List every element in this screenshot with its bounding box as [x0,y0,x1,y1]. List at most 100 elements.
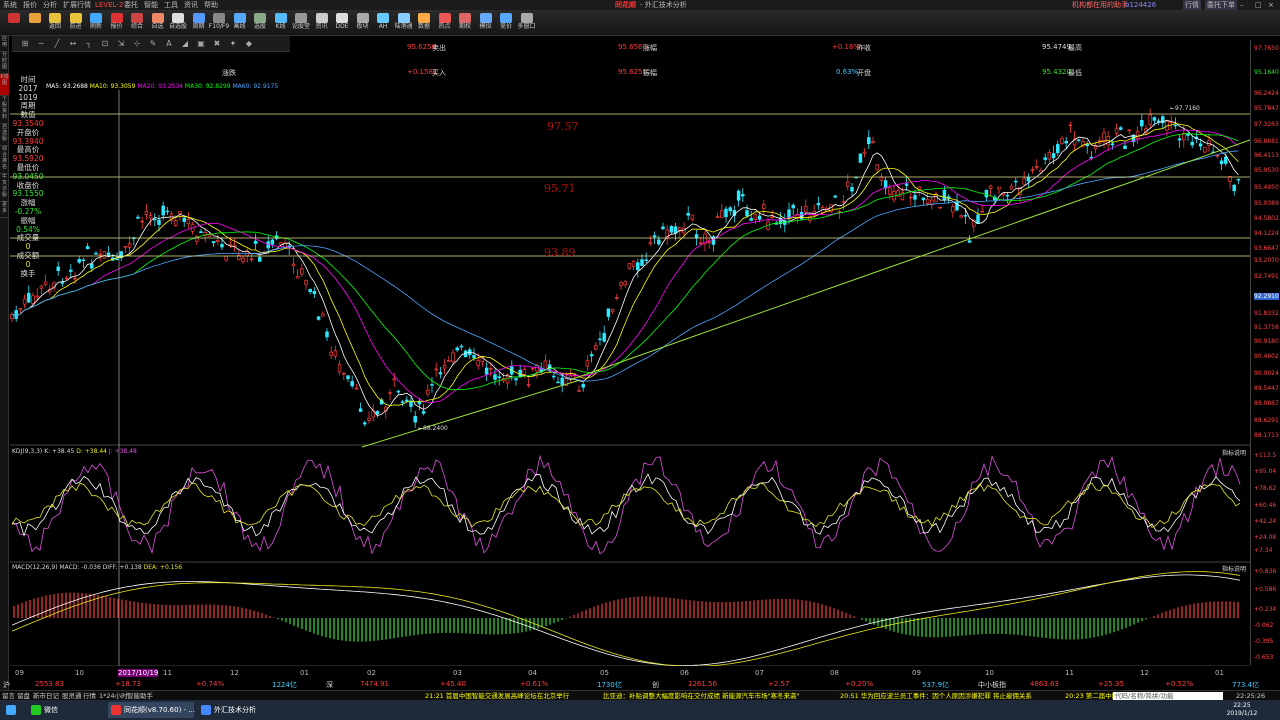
candle-body [661,226,665,230]
menu-analysis[interactable]: 分析 [43,0,57,10]
macd-title: MACD(12,26,9) [12,564,58,571]
low-label: ←88.2400 [418,425,448,432]
left-tab-0[interactable]: 应用 [0,36,9,52]
candle-body [291,263,296,267]
price-tick: 95.0389 [1254,200,1279,207]
menu-smart[interactable]: 智能 [144,0,158,10]
left-tab-4[interactable]: 自选股 [0,124,9,146]
candle-body [329,351,333,356]
index-bar: 沪 2553.83 +18.73 +0.74% 1224亿 深 7474.91 … [0,680,1259,690]
candle-body [442,364,447,369]
candle-body [1005,194,1010,197]
start-icon[interactable] [4,702,18,718]
maximize-icon[interactable]: □ [1255,0,1262,10]
macd-tick: +0.836 [1254,568,1277,575]
menu-ext[interactable]: 扩展行情 [63,0,91,10]
time-axis: 09 10 2017/10/19 11 12 01 02 03 04 05 06 07 08 09 10 11… [0,668,1280,678]
candle-body [1203,147,1207,153]
toolbar-icon [233,13,246,23]
price-tick: 90.4602 [1254,353,1279,360]
candle-body [522,369,527,375]
candle-body [174,220,178,226]
candle-body [833,195,837,198]
trade-tab[interactable]: 委托下单 [1205,0,1237,10]
toolbar-icon [172,13,184,23]
assistant-link[interactable]: 机构都在用的助手 [1072,0,1128,10]
quote-tab[interactable]: 行情 [1183,0,1201,10]
candle-body [581,383,585,388]
close-icon[interactable]: × [1268,0,1274,10]
time-tick: 12 [1140,669,1149,677]
candle-body [846,181,850,187]
zx-turnover: 773.4亿 [1232,681,1260,689]
time-tick: 09 [912,669,921,677]
menu-tools[interactable]: 工具 [164,0,178,10]
candle-body [560,377,564,385]
candle-body [967,240,972,243]
macd-tick: +0.586 [1254,586,1277,593]
candle-body [1135,130,1140,140]
candle-body [955,201,959,211]
kdj-tick: +24.08 [1254,534,1277,541]
left-tab-2[interactable]: K线图 [0,74,9,96]
left-tab-5[interactable]: 综合排名 [0,146,9,174]
toolbar-label: 自选股 [168,23,187,30]
menu-level2[interactable]: LEVEL-2 [95,0,123,10]
menu-quote[interactable]: 报价 [23,0,37,10]
candle-body [589,354,594,357]
candle-body [144,211,149,215]
task-wechat[interactable]: 微信 [28,702,100,718]
candle-body [400,401,405,403]
toolbar-icon [151,13,164,23]
candle-body [913,195,917,200]
menu-help[interactable]: 帮助 [204,0,218,10]
tray-clock[interactable]: 22:25 2019/1/12 [1222,702,1262,718]
task-ths[interactable]: 同花顺(v8.70.60) - ... [108,702,195,718]
candle-body [396,390,401,393]
menu-system[interactable]: 系统 [3,0,17,10]
price-tick: 89.5447 [1254,385,1279,392]
main-toolbar: 返回 前进 刷新 报价 综合 自选 自选股 周期 F10/F9 画线 选股 K线 论股堂 资讯 DDE 板块 A… [0,10,1280,36]
toolbar-label: K线 [275,23,286,30]
left-tab-6[interactable]: 牛叉诊股 [0,174,9,202]
candle-body [354,387,359,390]
price-tick: 93.6647 [1254,245,1279,252]
task-forex[interactable]: 外汇技术分析 [198,702,284,718]
candle-body [552,375,556,378]
candle-body [346,375,350,380]
candle-body [64,277,69,280]
candle-body [749,218,753,221]
left-tab-7[interactable]: 更多 [0,202,9,218]
candle-body [694,234,699,239]
toolbar-label: 综合 [130,23,143,30]
candle-body [606,308,611,317]
toolbar-icon [49,13,61,23]
left-tab-1[interactable]: 分时图 [0,52,9,74]
candle-body [182,217,186,222]
price-tick: 94.5802 [1254,215,1279,222]
kdj-legend: KDJ(9,3,3) K: +38.45 D: +38.44 J: +38.48 [12,448,137,455]
candle-body [484,367,489,375]
kdj-help[interactable]: 指标说明 [1222,448,1246,457]
minimize-icon[interactable]: – [1240,0,1244,10]
macd-help[interactable]: 指标说明 [1222,564,1246,573]
left-tab-3[interactable]: 个股资料 [0,96,9,124]
candle-body [1190,141,1194,146]
menu-trade[interactable]: 委托 [124,0,138,10]
search-input[interactable]: 代码/名称/简拼/功能 [1113,692,1223,700]
chart-area[interactable]: 97.57 95.71 93.89 ←97.7160 ←88.2400 [10,40,1250,666]
kdj-title: KDJ(9,3,3) [12,448,43,455]
toolbar-btn-25[interactable]: 多窗口 [515,12,539,34]
toolbar-label: 周期 [192,23,205,30]
candle-body [186,218,191,225]
candle-body [333,350,338,357]
menu-news[interactable]: 资讯 [184,0,198,10]
candle-body [690,214,695,220]
toolbar-icon [295,13,307,23]
menu-bar: 系统 报价 分析 扩展行情 LEVEL-2 委托 智能 工具 资讯 帮助 同花顺… [0,0,1280,10]
candle-body [308,289,312,293]
candle-body [1198,143,1203,147]
candle-body [409,400,413,407]
candle-body [585,360,590,367]
time-tick: 04 [528,669,537,677]
